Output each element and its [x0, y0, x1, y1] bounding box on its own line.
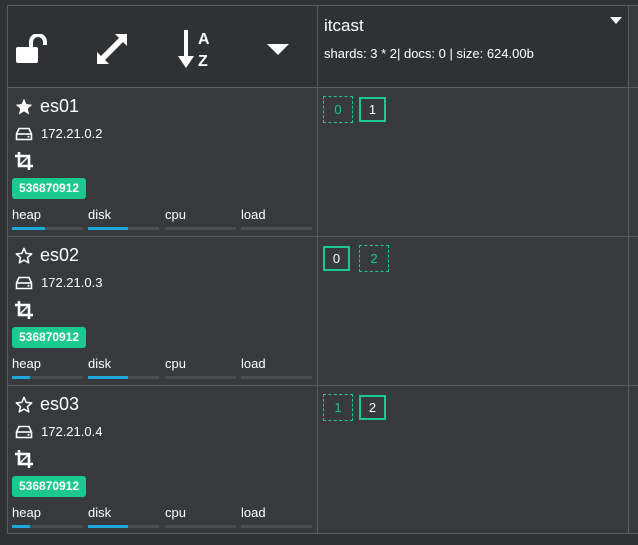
crop-icon — [15, 152, 33, 170]
metric-bar — [88, 525, 159, 528]
column-divider — [317, 5, 318, 534]
options-dropdown[interactable] — [258, 28, 298, 70]
metric-bar — [165, 376, 236, 379]
node-badge: 536870912 — [12, 327, 87, 348]
metric-cpu: cpu — [165, 207, 236, 230]
metric-cpu: cpu — [165, 356, 236, 379]
metric-fill — [88, 525, 129, 528]
node-ip-label: 172.21.0.3 — [41, 275, 103, 290]
metric-bar — [165, 227, 236, 230]
hdd-icon — [15, 425, 33, 438]
expand-button[interactable] — [92, 28, 132, 70]
node-name-label: es01 — [40, 96, 80, 116]
metric-bar — [12, 376, 83, 379]
metric-fill — [88, 227, 129, 230]
metric-label: disk — [88, 356, 112, 371]
node-badge: 536870912 — [12, 178, 87, 199]
star-outline-icon — [15, 247, 33, 264]
node-name-label: es02 — [40, 245, 80, 265]
node-name-label: es03 — [40, 394, 80, 414]
metric-label: load — [241, 505, 266, 520]
metric-bar — [12, 525, 83, 528]
metric-load: load — [241, 356, 312, 379]
shard-replica[interactable]: 1 — [323, 394, 353, 421]
metric-fill — [12, 525, 30, 528]
metric-bar — [88, 227, 159, 230]
node-name[interactable]: es03 — [14, 394, 79, 415]
node-ip: 172.21.0.2 — [15, 126, 102, 141]
node-ip: 172.21.0.3 — [15, 275, 102, 290]
metric-fill — [12, 376, 30, 379]
metric-heap: heap — [12, 207, 83, 230]
unlock-button[interactable] — [12, 28, 52, 70]
metric-disk: disk — [88, 505, 159, 528]
svg-text:Z: Z — [198, 53, 208, 70]
svg-text:A: A — [198, 31, 210, 48]
crop-icon — [15, 450, 33, 468]
node-ip-label: 172.21.0.4 — [41, 424, 103, 439]
metric-label: heap — [12, 505, 41, 520]
shard-primary[interactable]: 2 — [359, 395, 386, 420]
shard-replica[interactable]: 2 — [359, 245, 389, 272]
shard-replica[interactable]: 0 — [323, 96, 353, 123]
metric-label: load — [241, 356, 266, 371]
unlock-icon — [16, 34, 47, 63]
metric-cpu: cpu — [165, 505, 236, 528]
metric-disk: disk — [88, 356, 159, 379]
metric-load: load — [241, 505, 312, 528]
metric-label: disk — [88, 207, 112, 222]
metric-disk: disk — [88, 207, 159, 230]
metric-label: cpu — [165, 505, 186, 520]
metric-label: disk — [88, 505, 112, 520]
index-name[interactable]: itcast — [324, 16, 364, 36]
expand-icon — [97, 34, 127, 64]
metric-bar — [88, 376, 159, 379]
metric-bar — [165, 525, 236, 528]
node-ip: 172.21.0.4 — [15, 424, 102, 439]
node-row: es01 172.21.0.2 536870912 heap disk cpu load — [8, 88, 317, 236]
metric-fill — [88, 376, 129, 379]
metric-fill — [12, 227, 46, 230]
index-header: itcast shards: 3 * 2| docs: 0 | size: 62… — [318, 6, 628, 87]
sort-button[interactable]: A Z — [176, 28, 216, 70]
cluster-toolbar: A Z — [8, 6, 317, 87]
hdd-icon — [15, 276, 33, 289]
hdd-icon — [15, 127, 33, 140]
column-divider — [628, 5, 629, 534]
node-row: es02 172.21.0.3 536870912 heap disk cpu load — [8, 237, 317, 385]
node-name[interactable]: es02 — [14, 245, 79, 266]
star-outline-icon — [15, 396, 33, 413]
metric-bar — [12, 227, 83, 230]
master-star-icon — [15, 98, 33, 114]
metric-heap: heap — [12, 505, 83, 528]
node-row: es03 172.21.0.4 536870912 heap disk cpu load — [8, 386, 317, 534]
metric-label: load — [241, 207, 266, 222]
index-options-caret[interactable] — [610, 17, 622, 24]
node-badge: 536870912 — [12, 476, 87, 497]
sort-az-icon: A Z — [178, 30, 210, 70]
metric-bar — [241, 376, 312, 379]
node-ip-label: 172.21.0.2 — [41, 126, 103, 141]
metric-label: heap — [12, 207, 41, 222]
metric-bar — [241, 227, 312, 230]
metric-bar — [241, 525, 312, 528]
metric-label: heap — [12, 356, 41, 371]
caret-down-icon — [267, 44, 289, 55]
metric-heap: heap — [12, 356, 83, 379]
shard-primary[interactable]: 1 — [359, 97, 386, 122]
crop-icon — [15, 301, 33, 319]
metric-label: cpu — [165, 207, 186, 222]
metric-load: load — [241, 207, 312, 230]
shard-primary[interactable]: 0 — [323, 246, 350, 271]
metric-label: cpu — [165, 356, 186, 371]
node-name[interactable]: es01 — [14, 96, 79, 117]
index-meta: shards: 3 * 2| docs: 0 | size: 624.00b — [324, 46, 534, 61]
